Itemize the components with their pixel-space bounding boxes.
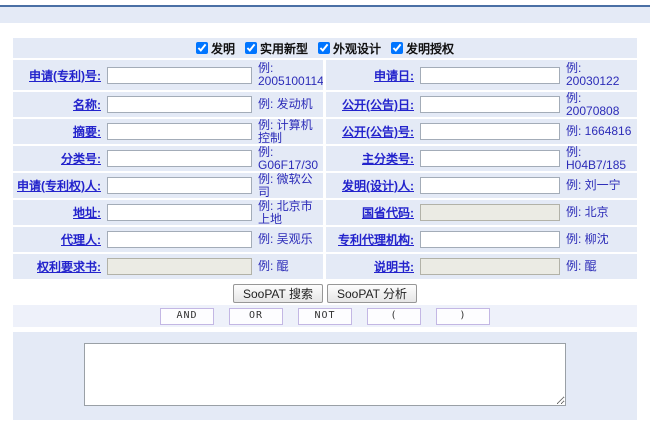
- operator-and-button[interactable]: AND: [160, 308, 214, 325]
- utility-model-checkbox-label: 实用新型: [260, 40, 308, 57]
- field-abstract: 摘要: 例: 计算机 控制: [13, 119, 323, 144]
- query-band: [13, 332, 637, 420]
- patent-type-checkbox-row: 发明 实用新型 外观设计 发明授权: [13, 38, 637, 58]
- classification-number-label-link[interactable]: 分类号:: [13, 150, 101, 167]
- publication-number-example: 例: 1664816: [566, 125, 631, 138]
- patent-type-invention-grant: 发明授权: [391, 40, 454, 57]
- invention-checkbox-label: 发明: [211, 40, 235, 57]
- form-row-5: 申请(专利权)人: 例: 微软公司 发明(设计)人: 例: 刘一宁: [13, 173, 637, 198]
- action-button-row: SooPAT 搜索 SooPAT 分析: [13, 281, 637, 305]
- country-province-code-example: 例: 北京: [566, 206, 609, 219]
- form-row-8: 权利要求书: 例: 醌 说明书: 例: 醌: [13, 254, 637, 279]
- abstract-example: 例: 计算机 控制: [258, 119, 323, 145]
- operator-not-button[interactable]: NOT: [298, 308, 352, 325]
- search-form-container: 发明 实用新型 外观设计 发明授权 申请(专利)号: 例: 2005100114…: [13, 38, 637, 420]
- field-description: 说明书: 例: 醌: [326, 254, 637, 279]
- form-row-1: 申请(专利)号: 例: 200510011420.0 申请日: 例: 20030…: [13, 60, 637, 90]
- main-classification-number-input[interactable]: [420, 150, 560, 167]
- form-row-3: 摘要: 例: 计算机 控制 公开(公告)号: 例: 1664816: [13, 119, 637, 144]
- applicant-example: 例: 微软公司: [258, 173, 323, 199]
- patent-type-utility-model: 实用新型: [245, 40, 308, 57]
- publication-date-label-link[interactable]: 公开(公告)日:: [326, 96, 414, 113]
- title-example: 例: 发动机: [258, 98, 313, 111]
- title-label-link[interactable]: 名称:: [13, 96, 101, 113]
- field-address: 地址: 例: 北京市上地: [13, 200, 323, 225]
- publication-number-label-link[interactable]: 公开(公告)号:: [326, 123, 414, 140]
- operator-close-paren-button[interactable]: ): [436, 308, 490, 325]
- field-claims: 权利要求书: 例: 醌: [13, 254, 323, 279]
- agent-example: 例: 吴观乐: [258, 233, 313, 246]
- soopat-search-button[interactable]: SooPAT 搜索: [233, 284, 323, 303]
- classification-number-input[interactable]: [107, 150, 252, 167]
- publication-date-example: 例: 20070808: [566, 92, 637, 118]
- application-date-example: 例: 20030122: [566, 62, 637, 88]
- field-agent: 代理人: 例: 吴观乐: [13, 227, 323, 252]
- operator-open-paren-button[interactable]: (: [367, 308, 421, 325]
- publication-date-input[interactable]: [420, 96, 560, 113]
- field-application-number: 申请(专利)号: 例: 200510011420.0: [13, 60, 323, 90]
- form-row-6: 地址: 例: 北京市上地 国省代码: 例: 北京: [13, 200, 637, 225]
- agent-label-link[interactable]: 代理人:: [13, 231, 101, 248]
- patent-agency-label-link[interactable]: 专利代理机构:: [326, 231, 414, 248]
- field-title: 名称: 例: 发动机: [13, 92, 323, 117]
- abstract-input[interactable]: [107, 123, 252, 140]
- patent-agency-input[interactable]: [420, 231, 560, 248]
- description-label-link[interactable]: 说明书:: [326, 258, 414, 275]
- inventor-label-link[interactable]: 发明(设计)人:: [326, 177, 414, 194]
- top-header-band: [0, 7, 650, 23]
- soopat-analyze-button[interactable]: SooPAT 分析: [327, 284, 417, 303]
- query-expression-textarea[interactable]: [84, 343, 566, 406]
- invention-checkbox[interactable]: [196, 42, 208, 54]
- patent-type-design: 外观设计: [318, 40, 381, 57]
- main-classification-number-label-link[interactable]: 主分类号:: [326, 150, 414, 167]
- patent-agency-example: 例: 柳沈: [566, 233, 609, 246]
- design-checkbox-label: 外观设计: [333, 40, 381, 57]
- field-main-classification-number: 主分类号: 例: H04B7/185: [326, 146, 637, 171]
- field-applicant: 申请(专利权)人: 例: 微软公司: [13, 173, 323, 198]
- publication-number-input[interactable]: [420, 123, 560, 140]
- country-province-code-input: [420, 204, 560, 221]
- form-row-4: 分类号: 例: G06F17/30 主分类号: 例: H04B7/185: [13, 146, 637, 171]
- claims-example: 例: 醌: [258, 260, 289, 273]
- field-inventor: 发明(设计)人: 例: 刘一宁: [326, 173, 637, 198]
- claims-label-link[interactable]: 权利要求书:: [13, 258, 101, 275]
- application-date-label-link[interactable]: 申请日:: [326, 67, 414, 84]
- classification-number-example: 例: G06F17/30: [258, 146, 323, 172]
- country-province-code-label-link[interactable]: 国省代码:: [326, 204, 414, 221]
- inventor-example: 例: 刘一宁: [566, 179, 621, 192]
- address-label-link[interactable]: 地址:: [13, 204, 101, 221]
- description-input: [420, 258, 560, 275]
- design-checkbox[interactable]: [318, 42, 330, 54]
- patent-type-invention: 发明: [196, 40, 235, 57]
- agent-input[interactable]: [107, 231, 252, 248]
- claims-input: [107, 258, 252, 275]
- application-number-input[interactable]: [107, 67, 252, 84]
- abstract-label-link[interactable]: 摘要:: [13, 123, 101, 140]
- field-publication-date: 公开(公告)日: 例: 20070808: [326, 92, 637, 117]
- field-publication-number: 公开(公告)号: 例: 1664816: [326, 119, 637, 144]
- field-country-province-code: 国省代码: 例: 北京: [326, 200, 637, 225]
- field-classification-number: 分类号: 例: G06F17/30: [13, 146, 323, 171]
- field-patent-agency: 专利代理机构: 例: 柳沈: [326, 227, 637, 252]
- applicant-label-link[interactable]: 申请(专利权)人:: [13, 177, 101, 194]
- title-input[interactable]: [107, 96, 252, 113]
- invention-grant-checkbox[interactable]: [391, 42, 403, 54]
- application-number-example: 例: 200510011420.0: [258, 62, 323, 88]
- address-input[interactable]: [107, 204, 252, 221]
- operator-or-button[interactable]: OR: [229, 308, 283, 325]
- utility-model-checkbox[interactable]: [245, 42, 257, 54]
- address-example: 例: 北京市上地: [258, 200, 323, 226]
- invention-grant-checkbox-label: 发明授权: [406, 40, 454, 57]
- description-example: 例: 醌: [566, 260, 597, 273]
- operator-button-row: AND OR NOT ( ): [13, 305, 637, 327]
- inventor-input[interactable]: [420, 177, 560, 194]
- field-application-date: 申请日: 例: 20030122: [326, 60, 637, 90]
- application-date-input[interactable]: [420, 67, 560, 84]
- form-row-7: 代理人: 例: 吴观乐 专利代理机构: 例: 柳沈: [13, 227, 637, 252]
- application-number-label-link[interactable]: 申请(专利)号:: [13, 67, 101, 84]
- main-classification-number-example: 例: H04B7/185: [566, 146, 637, 172]
- applicant-input[interactable]: [107, 177, 252, 194]
- form-row-2: 名称: 例: 发动机 公开(公告)日: 例: 20070808: [13, 92, 637, 117]
